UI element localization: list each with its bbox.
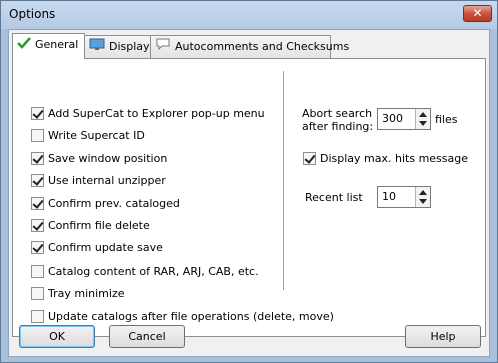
checkbox[interactable] <box>31 151 44 165</box>
option-label: Confirm file delete <box>48 218 150 232</box>
tab-autocomments-label: Autocomments and Checksums <box>175 40 350 53</box>
help-button[interactable]: Help <box>405 325 481 348</box>
abort-search-value[interactable]: 300 <box>382 112 403 125</box>
checkbox[interactable] <box>31 286 44 300</box>
checkbox[interactable] <box>31 106 44 120</box>
option-save-window-position[interactable]: Save window position <box>31 150 167 166</box>
checkbox[interactable] <box>31 128 44 142</box>
tab-general[interactable]: General <box>12 33 85 59</box>
spin-down-icon[interactable] <box>419 121 427 126</box>
recent-list-label: Recent list <box>305 191 363 204</box>
ok-button[interactable]: OK <box>19 325 95 348</box>
checkbox[interactable] <box>31 309 44 323</box>
speech-bubble-icon <box>155 37 171 58</box>
option-label: Write Supercat ID <box>48 128 145 142</box>
option-label: Save window position <box>48 151 168 165</box>
option-confirm-update-save[interactable]: Confirm update save <box>31 239 163 255</box>
abort-search-label-line2: after finding: <box>302 120 374 133</box>
general-panel: Add SuperCat to Explorer pop-up menu Wri… <box>12 58 486 337</box>
options-dialog: Options ✕ General Display Autocomments a… <box>0 0 498 363</box>
spinner-arrows[interactable] <box>415 187 430 207</box>
option-label: Use internal unzipper <box>48 173 166 187</box>
option-confirm-file-delete[interactable]: Confirm file delete <box>31 217 150 233</box>
monitor-icon <box>89 37 105 58</box>
spin-up-icon[interactable] <box>419 190 427 195</box>
option-write-supercat-id[interactable]: Write Supercat ID <box>31 127 145 143</box>
spinner-arrows[interactable] <box>415 109 430 129</box>
checkbox[interactable] <box>303 151 316 165</box>
checkbox[interactable] <box>31 264 44 278</box>
option-label: Catalog content of RAR, ARJ, CAB, etc. <box>48 264 259 278</box>
checkbox[interactable] <box>31 173 44 187</box>
checkbox[interactable] <box>31 240 44 254</box>
spin-up-icon[interactable] <box>419 112 427 117</box>
recent-list-spinner[interactable]: 10 <box>377 186 431 208</box>
cancel-button[interactable]: Cancel <box>109 325 185 348</box>
option-display-max-hits[interactable]: Display max. hits message <box>303 150 468 166</box>
option-update-catalogs[interactable]: Update catalogs after file operations (d… <box>31 308 334 324</box>
vertical-divider <box>283 71 284 290</box>
recent-list-value[interactable]: 10 <box>382 190 396 203</box>
option-label: Confirm prev. cataloged <box>48 196 180 210</box>
option-tray-minimize[interactable]: Tray minimize <box>31 285 124 301</box>
close-button[interactable]: ✕ <box>463 5 492 22</box>
abort-search-label-line1: Abort search <box>302 107 373 120</box>
option-label: Display max. hits message <box>320 151 469 165</box>
tab-display[interactable]: Display <box>84 35 151 58</box>
spin-down-icon[interactable] <box>419 199 427 204</box>
option-add-supercat[interactable]: Add SuperCat to Explorer pop-up menu <box>31 105 265 121</box>
check-icon <box>17 35 31 56</box>
dialog-client: General Display Autocomments and Checksu… <box>8 29 490 357</box>
checkbox[interactable] <box>31 196 44 210</box>
window-title: Options <box>9 7 56 21</box>
tab-autocomments[interactable]: Autocomments and Checksums <box>150 35 349 58</box>
option-catalog-archive-content[interactable]: Catalog content of RAR, ARJ, CAB, etc. <box>31 263 259 279</box>
abort-search-spinner[interactable]: 300 <box>377 108 431 130</box>
option-label: Confirm update save <box>48 240 163 254</box>
option-label: Add SuperCat to Explorer pop-up menu <box>48 106 265 120</box>
checkbox[interactable] <box>31 218 44 232</box>
abort-search-unit: files <box>435 113 458 126</box>
tab-general-label: General <box>35 38 79 51</box>
option-confirm-prev-cataloged[interactable]: Confirm prev. cataloged <box>31 195 180 211</box>
option-label: Tray minimize <box>48 286 125 300</box>
tab-display-label: Display <box>109 40 150 53</box>
option-label: Update catalogs after file operations (d… <box>48 309 334 323</box>
option-internal-unzipper[interactable]: Use internal unzipper <box>31 172 166 188</box>
title-bar: Options ✕ <box>1 1 497 29</box>
